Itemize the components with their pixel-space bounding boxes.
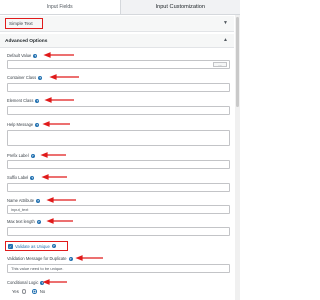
red-arrow-icon bbox=[46, 218, 73, 224]
red-arrow-icon bbox=[41, 174, 67, 180]
red-arrow-icon bbox=[42, 121, 70, 127]
red-arrow-icon bbox=[75, 255, 103, 261]
red-arrow-icon bbox=[49, 74, 79, 80]
red-arrow-icon bbox=[44, 97, 74, 103]
red-arrow-icon bbox=[46, 197, 76, 203]
red-arrow-icon bbox=[40, 152, 66, 158]
red-arrow-icon bbox=[43, 52, 74, 58]
red-arrow-icon bbox=[42, 279, 67, 285]
annotation-arrows bbox=[40, 52, 103, 285]
